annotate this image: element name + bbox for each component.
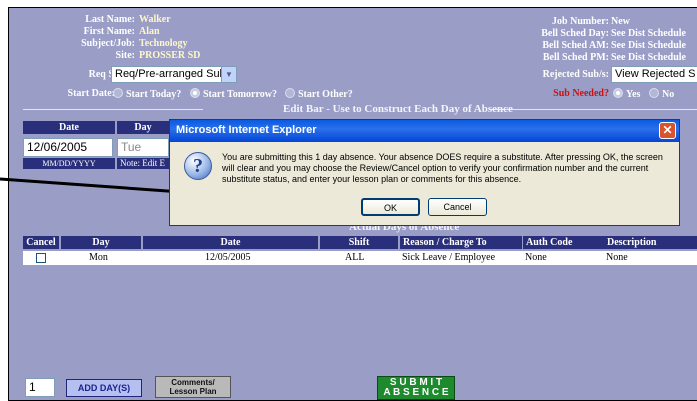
close-icon[interactable]: ✕ [659,122,676,139]
dialog-message: You are submitting this 1 day absence. Y… [222,152,663,184]
dialog-title-bar: Microsoft Internet Explorer ✕ [170,120,679,142]
ok-button[interactable]: OK [361,198,420,216]
cancel-button[interactable]: Cancel [428,198,487,216]
question-icon: ? [184,152,212,180]
confirm-dialog: Microsoft Internet Explorer ✕ ? You are … [169,119,680,226]
dialog-title: Microsoft Internet Explorer [176,124,317,136]
